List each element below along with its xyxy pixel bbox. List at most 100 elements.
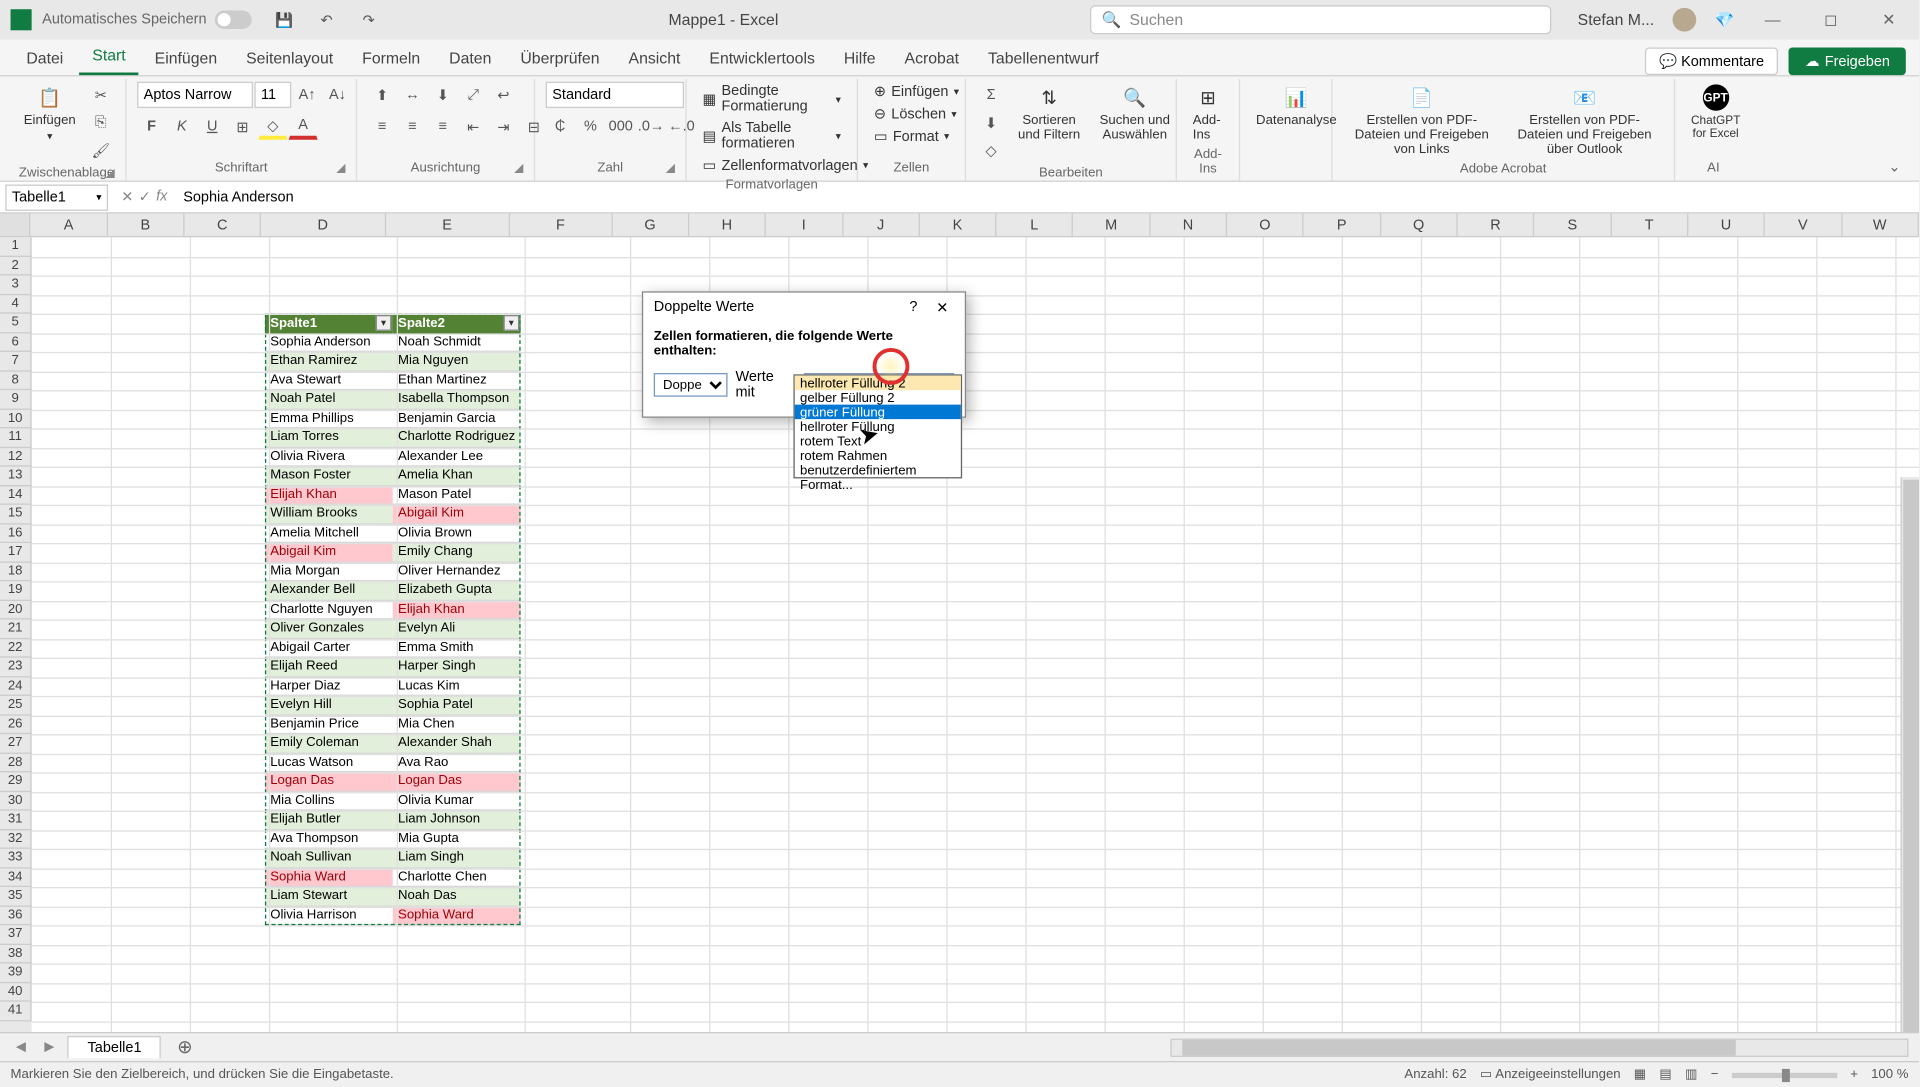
row-header[interactable]: 22 xyxy=(0,639,32,658)
col-header-F[interactable]: F xyxy=(510,214,612,236)
row-header[interactable]: 19 xyxy=(0,581,32,600)
dropdown-option[interactable]: grüner Füllung xyxy=(795,405,961,419)
row-header[interactable]: 15 xyxy=(0,505,32,524)
table-cell[interactable]: Emily Chang xyxy=(393,543,521,562)
pdf-link-button[interactable]: 📄Erstellen von PDF-Dateien und Freigeben… xyxy=(1343,82,1501,160)
currency-icon[interactable]: ₵ xyxy=(546,113,575,139)
horizontal-scrollbar[interactable] xyxy=(1170,1038,1908,1056)
col-header-E[interactable]: E xyxy=(386,214,510,236)
col-header-C[interactable]: C xyxy=(184,214,261,236)
format-cells-button[interactable]: ▭Format▾ xyxy=(869,127,955,147)
tab-entwicklertools[interactable]: Entwicklertools xyxy=(696,41,828,75)
dropdown-option[interactable]: benutzerdefiniertem Format... xyxy=(795,463,961,477)
table-cell[interactable]: Isabella Thompson xyxy=(393,390,521,409)
col-header-Q[interactable]: Q xyxy=(1381,214,1458,236)
tab-datei[interactable]: Datei xyxy=(13,41,76,75)
table-cell[interactable]: Olivia Rivera xyxy=(265,447,393,466)
enter-formula-icon[interactable]: ✓ xyxy=(139,188,151,205)
wrap-text-icon[interactable]: ↩ xyxy=(489,82,518,108)
table-cell[interactable]: Elijah Khan xyxy=(265,486,393,505)
indent-dec-icon[interactable]: ⇤ xyxy=(459,113,488,139)
fill-color-icon[interactable]: ◇ xyxy=(258,113,287,139)
table-cell[interactable]: Mason Foster xyxy=(265,467,393,486)
row-header[interactable]: 5 xyxy=(0,314,32,333)
table-cell[interactable]: Lucas Kim xyxy=(393,677,521,696)
tab-seitenlayout[interactable]: Seitenlayout xyxy=(233,41,346,75)
row-header[interactable]: 4 xyxy=(0,295,32,314)
share-button[interactable]: ☁ Freigeben xyxy=(1789,47,1906,75)
collapse-ribbon-icon[interactable]: ⌄ xyxy=(1878,153,1911,181)
col-header-P[interactable]: P xyxy=(1304,214,1381,236)
grow-font-icon[interactable]: A↑ xyxy=(293,82,322,108)
table-cell[interactable]: Elijah Butler xyxy=(265,811,393,830)
table-cell[interactable]: Noah Das xyxy=(393,887,521,906)
row-header[interactable]: 25 xyxy=(0,696,32,715)
table-cell[interactable]: Benjamin Price xyxy=(265,715,393,734)
col-header-U[interactable]: U xyxy=(1688,214,1765,236)
table-cell[interactable]: Sophia Patel xyxy=(393,696,521,715)
table-cell[interactable]: Mia Chen xyxy=(393,715,521,734)
table-cell[interactable]: Liam Stewart xyxy=(265,887,393,906)
col-header-H[interactable]: H xyxy=(689,214,766,236)
save-icon[interactable]: 💾 xyxy=(270,7,299,33)
row-header[interactable]: 8 xyxy=(0,371,32,390)
minimize-icon[interactable]: — xyxy=(1753,11,1793,29)
row-header[interactable]: 28 xyxy=(0,753,32,772)
sheet-next-icon[interactable]: ▶ xyxy=(39,1040,60,1054)
filter-icon[interactable]: ▾ xyxy=(503,315,519,331)
row-header[interactable]: 11 xyxy=(0,428,32,447)
table-cell[interactable]: Abigail Kim xyxy=(393,505,521,524)
row-header[interactable]: 24 xyxy=(0,677,32,696)
tab-tabellenentwurf[interactable]: Tabellenentwurf xyxy=(975,41,1112,75)
table-cell[interactable]: Abigail Kim xyxy=(265,543,393,562)
select-all-corner[interactable] xyxy=(0,214,31,236)
row-header[interactable]: 12 xyxy=(0,447,32,466)
table-cell[interactable]: Ava Stewart xyxy=(265,371,393,390)
table-cell[interactable]: Emily Coleman xyxy=(265,734,393,753)
table-cell[interactable]: Mia Collins xyxy=(265,791,393,810)
row-header[interactable]: 31 xyxy=(0,811,32,830)
tab-einfügen[interactable]: Einfügen xyxy=(141,41,230,75)
table-cell[interactable]: Alexander Bell xyxy=(265,581,393,600)
tab-überprüfen[interactable]: Überprüfen xyxy=(507,41,613,75)
table-cell[interactable]: Benjamin Garcia xyxy=(393,409,521,428)
col-header-D[interactable]: D xyxy=(261,214,385,236)
col-header-I[interactable]: I xyxy=(766,214,843,236)
user-name[interactable]: Stefan M... xyxy=(1578,11,1654,29)
tab-hilfe[interactable]: Hilfe xyxy=(831,41,889,75)
col-header-W[interactable]: W xyxy=(1842,214,1919,236)
col-header-R[interactable]: R xyxy=(1458,214,1535,236)
tab-ansicht[interactable]: Ansicht xyxy=(615,41,693,75)
find-select-button[interactable]: 🔍Suchen und Auswählen xyxy=(1093,82,1177,145)
format-painter-icon[interactable]: 🖌 xyxy=(86,137,115,163)
table-cell[interactable]: Ethan Martinez xyxy=(393,371,521,390)
table-cell[interactable]: Logan Das xyxy=(265,772,393,791)
table-cell[interactable]: Amelia Mitchell xyxy=(265,524,393,543)
tab-formeln[interactable]: Formeln xyxy=(349,41,433,75)
zoom-slider[interactable] xyxy=(1732,1072,1837,1077)
row-header[interactable]: 37 xyxy=(0,925,32,944)
row-header[interactable]: 40 xyxy=(0,983,32,1002)
table-cell[interactable]: Charlotte Nguyen xyxy=(265,600,393,619)
table-cell[interactable]: Logan Das xyxy=(393,772,521,791)
clear-icon[interactable]: ◇ xyxy=(977,137,1006,163)
col-header-G[interactable]: G xyxy=(612,214,689,236)
table-cell[interactable]: Charlotte Rodriguez xyxy=(393,428,521,447)
sheet-prev-icon[interactable]: ◀ xyxy=(11,1040,32,1054)
table-cell[interactable]: Olivia Brown xyxy=(393,524,521,543)
formula-input[interactable]: Sophia Anderson xyxy=(175,189,1919,205)
row-header[interactable]: 38 xyxy=(0,944,32,963)
row-header[interactable]: 3 xyxy=(0,275,32,294)
border-icon[interactable]: ⊞ xyxy=(228,113,257,139)
row-header[interactable]: 26 xyxy=(0,715,32,734)
row-header[interactable]: 16 xyxy=(0,524,32,543)
fx-icon[interactable]: fx xyxy=(156,188,167,205)
inc-decimal-icon[interactable]: .0→ xyxy=(637,113,666,139)
col-header-L[interactable]: L xyxy=(997,214,1074,236)
conditional-formatting-button[interactable]: ▦Bedingte Formatierung▾ xyxy=(697,82,846,116)
filter-icon[interactable]: ▾ xyxy=(376,315,392,331)
col-header-A[interactable]: A xyxy=(31,214,108,236)
name-box[interactable]: Tabelle1▾ xyxy=(5,184,108,210)
row-header[interactable]: 29 xyxy=(0,772,32,791)
table-cell[interactable]: Abigail Carter xyxy=(265,639,393,658)
